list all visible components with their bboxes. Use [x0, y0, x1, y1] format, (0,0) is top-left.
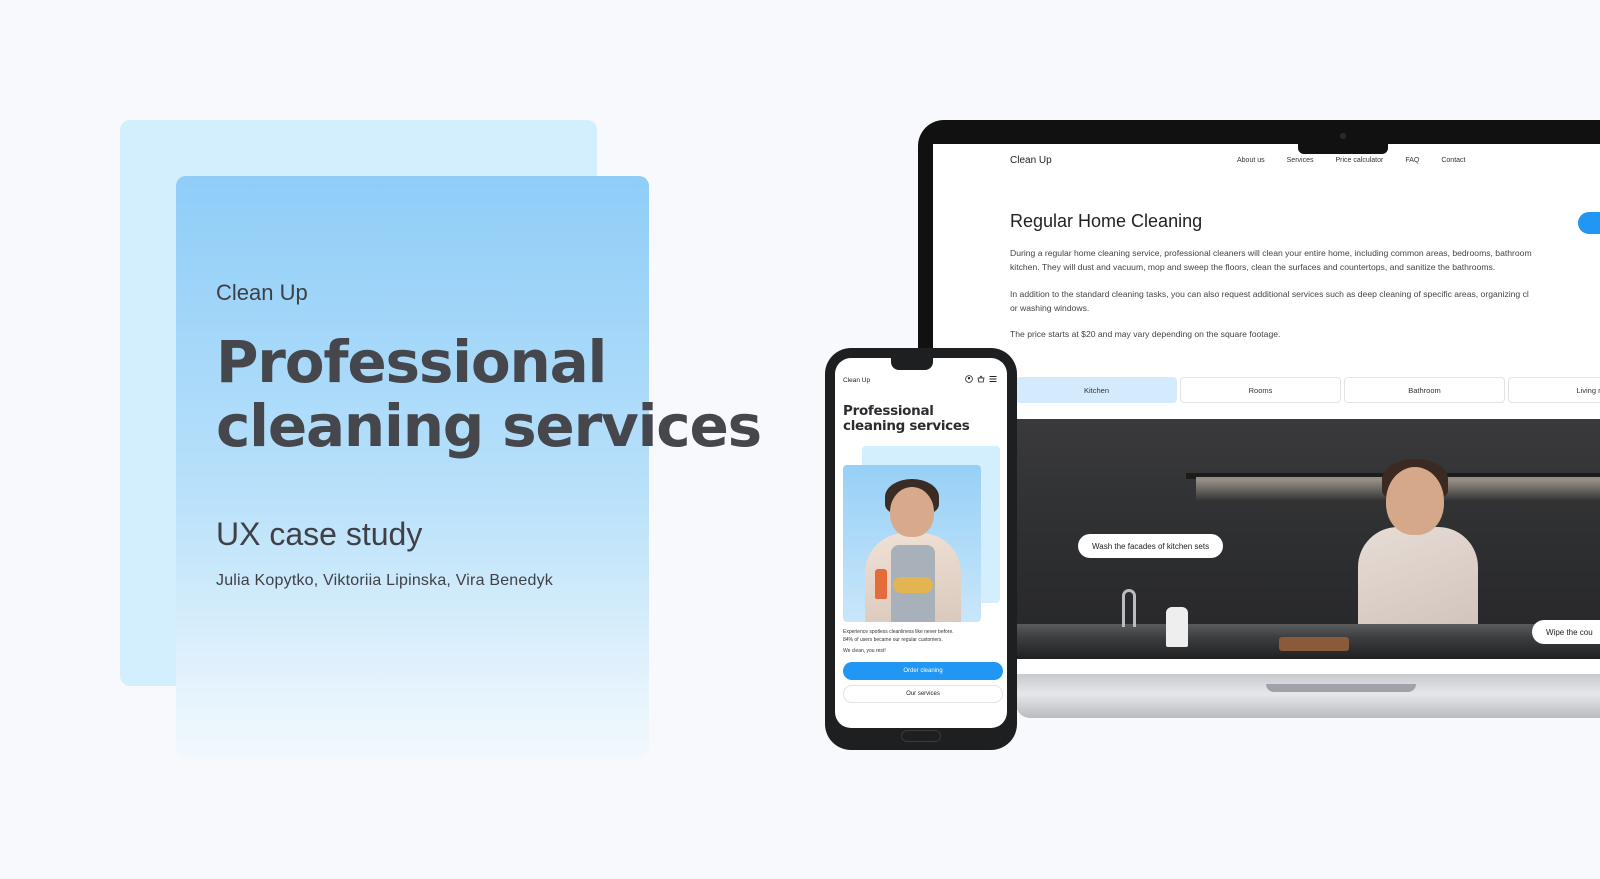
- hero-title: Professional cleaning services: [216, 330, 816, 458]
- photo-person-head: [1386, 467, 1444, 535]
- hero-title-line-2: cleaning services: [216, 392, 762, 460]
- menu-icon[interactable]: [989, 375, 997, 383]
- price-note: The price starts at $20 and may vary dep…: [1010, 329, 1281, 339]
- nav-item-contact[interactable]: Contact: [1441, 157, 1465, 164]
- room-tabs: Kitchen Rooms Bathroom Living r: [1016, 377, 1600, 403]
- hero-card-front: [176, 176, 649, 758]
- description-line-1: During a regular home cleaning service, …: [1010, 248, 1532, 258]
- page-title: Regular Home Cleaning: [1010, 211, 1203, 231]
- mobile-hero-title: Professional cleaning services: [843, 404, 1003, 434]
- phone-screen: Clean Up Professional cleaning services: [835, 358, 1007, 728]
- mobile-photo-gloves: [893, 577, 933, 593]
- tab-living-room[interactable]: Living r: [1508, 377, 1600, 403]
- bottle-shape: [1166, 607, 1188, 647]
- nav-item-about[interactable]: About us: [1237, 157, 1265, 164]
- order-cleaning-button[interactable]: Order cleaning: [843, 662, 1003, 680]
- nav-item-price-calculator[interactable]: Price calculator: [1335, 157, 1383, 164]
- site-nav: About us Services Price calculator FAQ C…: [1237, 157, 1465, 164]
- mobile-title-line-1: Professional: [843, 403, 934, 419]
- nav-item-faq[interactable]: FAQ: [1405, 157, 1419, 164]
- hero-title-line-1: Professional: [216, 328, 607, 396]
- faucet-shape: [1122, 589, 1136, 627]
- mobile-tagline: We clean, you rest!: [843, 648, 886, 654]
- tab-rooms[interactable]: Rooms: [1180, 377, 1341, 403]
- our-services-button[interactable]: Our services: [843, 685, 1003, 703]
- hero-authors: Julia Kopytko, Viktoriia Lipinska, Vira …: [216, 572, 553, 589]
- camera-icon: [1340, 133, 1346, 139]
- laptop-base: [1016, 674, 1600, 718]
- description-line-2: kitchen. They will dust and vacuum, mop …: [1010, 261, 1496, 272]
- mobile-text-line-2: 84% of users became our regular customer…: [843, 636, 943, 643]
- phone-mockup: Clean Up Professional cleaning services: [825, 348, 1017, 750]
- tab-bathroom[interactable]: Bathroom: [1344, 377, 1505, 403]
- laptop-screen: Clean Up About us Services Price calcula…: [933, 144, 1600, 674]
- user-icon[interactable]: [965, 375, 973, 383]
- mobile-text-line-1: Experience spotless cleanliness like nev…: [843, 629, 954, 635]
- site-logo[interactable]: Clean Up: [1010, 155, 1052, 166]
- mobile-photo-spray-bottle: [875, 569, 887, 599]
- kitchen-photo: Wash the facades of kitchen sets Wipe th…: [1016, 419, 1600, 659]
- cta-button[interactable]: [1578, 212, 1600, 234]
- description-line-3: In addition to the standard cleaning tas…: [1010, 289, 1529, 299]
- hotspot-tooltip-countertops[interactable]: Wipe the cou: [1532, 620, 1600, 644]
- phone-notch: [891, 358, 933, 370]
- phone-home-indicator: [901, 730, 941, 742]
- basket-shape: [1279, 637, 1349, 651]
- mobile-logo[interactable]: Clean Up: [843, 377, 870, 384]
- nav-item-services[interactable]: Services: [1287, 157, 1314, 164]
- basket-icon[interactable]: [977, 375, 985, 383]
- mobile-hero-image: [843, 465, 981, 622]
- laptop-base-lip: [1266, 684, 1416, 692]
- mobile-title-line-2: cleaning services: [843, 418, 970, 434]
- hotspot-tooltip-facades[interactable]: Wash the facades of kitchen sets: [1078, 534, 1224, 558]
- hero-subtitle: UX case study: [216, 516, 423, 552]
- mobile-header-icons: [965, 375, 997, 383]
- mobile-hero-text: Experience spotless cleanliness like nev…: [843, 629, 1003, 644]
- tab-kitchen[interactable]: Kitchen: [1016, 377, 1177, 403]
- mobile-photo-head: [890, 487, 934, 537]
- hero-brand: Clean Up: [216, 280, 308, 305]
- description-line-4: or washing windows.: [1010, 302, 1090, 313]
